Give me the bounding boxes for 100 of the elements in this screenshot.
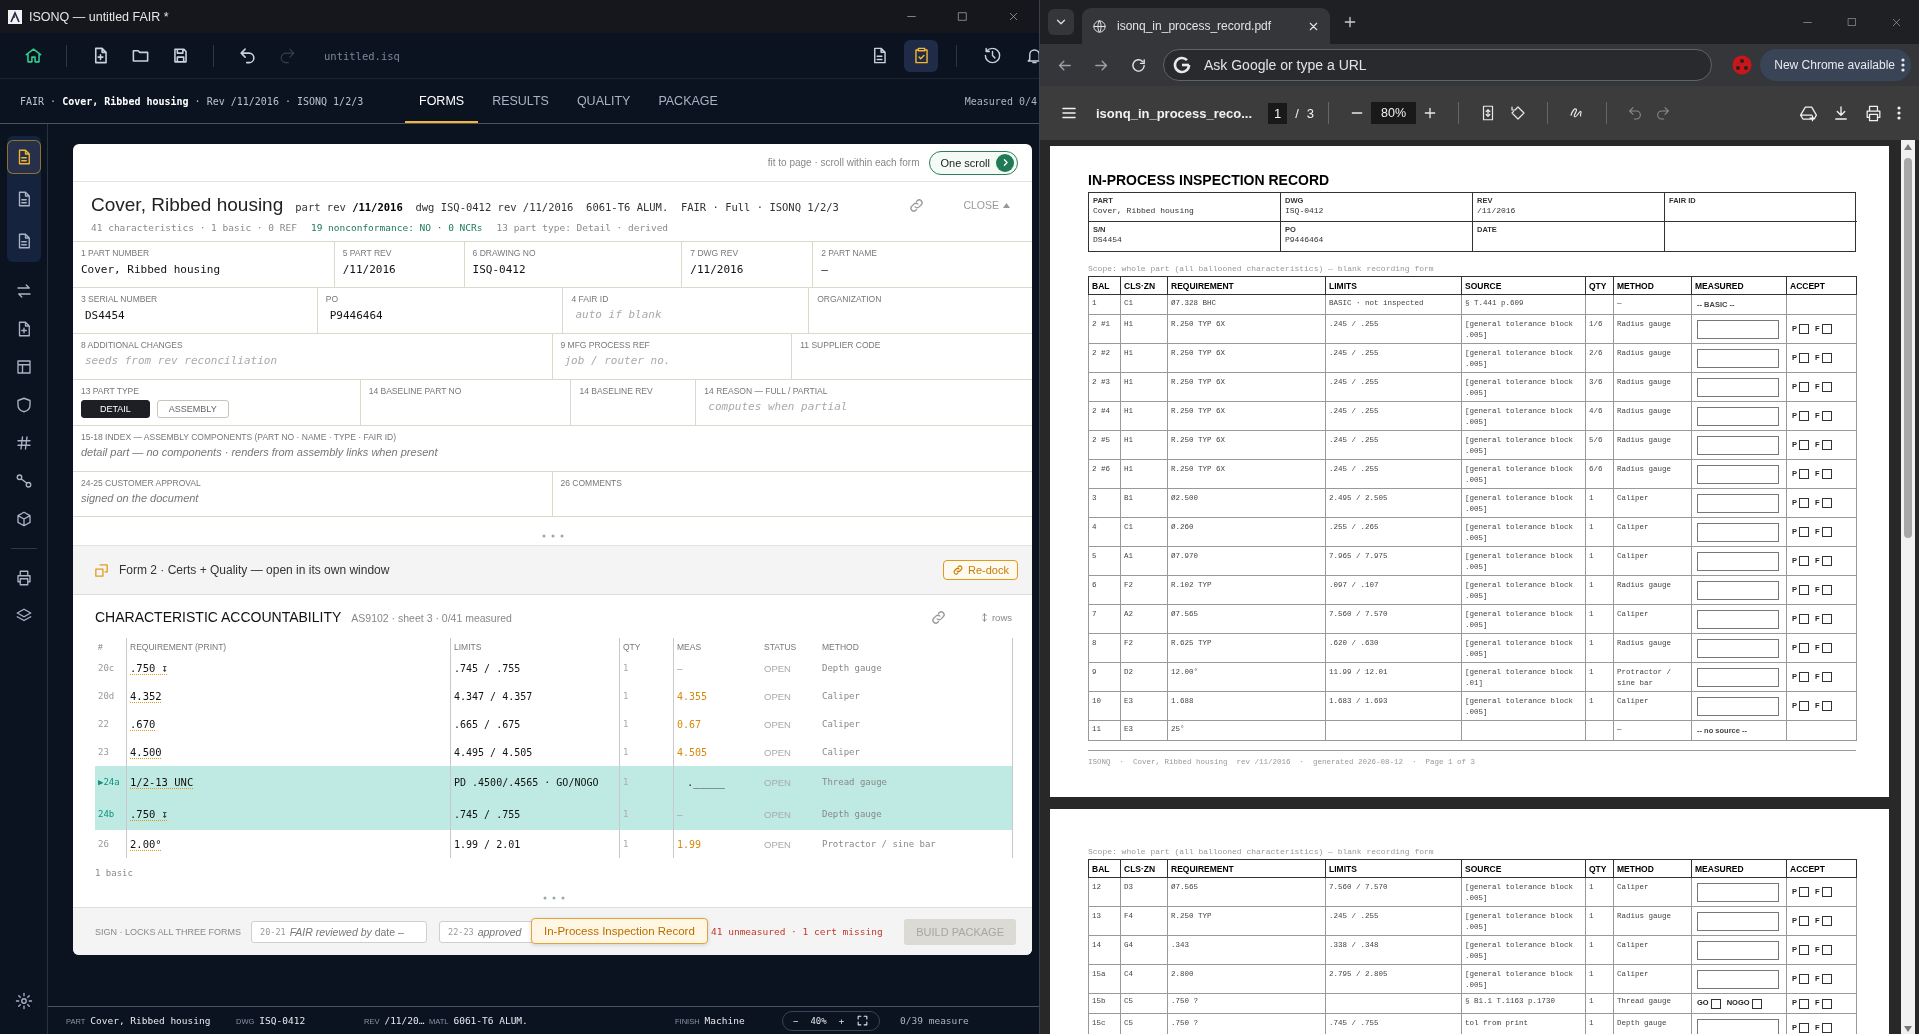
input-field[interactable]: DS4454 xyxy=(81,309,309,322)
tab[interactable]: PACKAGE xyxy=(644,79,732,123)
checkbox[interactable] xyxy=(1821,527,1832,537)
measured-box[interactable] xyxy=(1697,638,1779,658)
measured-box[interactable] xyxy=(1697,493,1779,513)
checkbox[interactable] xyxy=(1821,585,1832,595)
checkbox[interactable] xyxy=(1799,945,1809,955)
measured-box[interactable] xyxy=(1697,406,1779,426)
measured-box[interactable] xyxy=(1697,580,1779,600)
reload-icon[interactable] xyxy=(1130,56,1147,74)
checkbox[interactable] xyxy=(1821,324,1832,334)
tab-search-button[interactable] xyxy=(1048,9,1074,35)
more-icon[interactable] xyxy=(1897,106,1901,120)
measured-box[interactable] xyxy=(1697,696,1779,716)
checkbox[interactable] xyxy=(1799,916,1809,926)
segment-option[interactable]: DETAIL xyxy=(81,400,150,418)
tab[interactable]: FORMS xyxy=(405,79,479,123)
signature-field[interactable]: 20-21 FAIR reviewed by date – xyxy=(251,920,428,943)
scrollbar[interactable] xyxy=(1901,140,1915,1034)
measured-box[interactable] xyxy=(1697,911,1779,931)
browser-tab[interactable]: isonq_in_process_record.pdf xyxy=(1082,8,1330,44)
undo-icon[interactable] xyxy=(1627,105,1644,121)
checkbox[interactable] xyxy=(1799,1023,1809,1033)
checkbox[interactable] xyxy=(1799,998,1809,1009)
measured-box[interactable] xyxy=(1697,1018,1779,1034)
input-field[interactable]: P9446464 xyxy=(325,309,555,322)
zoom-field[interactable]: 80% xyxy=(1371,102,1417,124)
rows-button[interactable]: rows xyxy=(978,612,1012,623)
drag-handle-icon[interactable] xyxy=(541,534,564,538)
checkbox[interactable] xyxy=(1821,556,1832,566)
measured-box[interactable] xyxy=(1697,551,1779,571)
measured-box[interactable] xyxy=(1697,882,1779,902)
checkbox[interactable] xyxy=(1821,945,1832,955)
clipboard-check-button[interactable] xyxy=(904,39,938,72)
checkbox[interactable] xyxy=(1799,440,1809,450)
measured-box[interactable] xyxy=(1697,435,1779,455)
fullscreen-icon[interactable] xyxy=(856,1014,870,1027)
close-icon[interactable] xyxy=(1007,10,1020,23)
checkbox[interactable] xyxy=(1799,701,1809,711)
update-button[interactable]: New Chrome available xyxy=(1760,49,1911,81)
checkbox[interactable] xyxy=(1821,916,1832,926)
checkbox[interactable] xyxy=(1821,701,1832,711)
checkbox[interactable] xyxy=(1821,614,1832,624)
measured-box[interactable] xyxy=(1697,319,1779,339)
measured-box[interactable] xyxy=(1697,969,1779,989)
checkbox[interactable] xyxy=(1799,498,1809,508)
checkbox[interactable] xyxy=(1821,998,1832,1009)
checkbox[interactable] xyxy=(1821,382,1832,392)
checkbox[interactable] xyxy=(1799,643,1809,653)
checkbox[interactable] xyxy=(1821,974,1832,984)
input-field[interactable]: job / router no. xyxy=(560,354,777,367)
maximize-icon[interactable] xyxy=(956,10,969,23)
checkbox[interactable] xyxy=(1799,974,1809,984)
zoom-in-button[interactable]: + xyxy=(838,1012,845,1029)
checkbox[interactable] xyxy=(1799,353,1809,363)
measured-box[interactable] xyxy=(1697,348,1779,368)
checkbox[interactable] xyxy=(1799,324,1809,334)
checkbox[interactable] xyxy=(1821,440,1832,450)
measured-box[interactable] xyxy=(1697,377,1779,397)
checkbox[interactable] xyxy=(1799,382,1809,392)
checkbox[interactable] xyxy=(1799,887,1809,897)
address-bar[interactable]: Ask Google or type a URL xyxy=(1163,49,1713,81)
checkbox[interactable] xyxy=(1821,643,1832,653)
tab[interactable]: RESULTS xyxy=(478,79,563,123)
measured-box[interactable] xyxy=(1697,464,1779,484)
checkbox[interactable] xyxy=(1821,887,1832,897)
document-button[interactable] xyxy=(6,140,41,174)
checkbox[interactable] xyxy=(1799,585,1809,595)
tab[interactable]: QUALITY xyxy=(562,79,645,123)
checkbox[interactable] xyxy=(1821,353,1832,363)
link-icon[interactable] xyxy=(929,609,947,626)
page-number-field[interactable]: 1 xyxy=(1268,102,1288,124)
redo-icon[interactable] xyxy=(1655,105,1672,121)
checkbox[interactable] xyxy=(1821,469,1832,479)
scroll-up-icon[interactable] xyxy=(1904,144,1912,150)
download-icon[interactable] xyxy=(1832,104,1850,122)
maximize-icon[interactable] xyxy=(1846,15,1858,28)
link-icon[interactable] xyxy=(908,196,926,214)
checkbox[interactable] xyxy=(1799,672,1809,682)
checkbox[interactable] xyxy=(1710,998,1721,1009)
measured-box[interactable] xyxy=(1697,522,1779,542)
checkbox[interactable] xyxy=(1799,556,1809,566)
scroll-down-icon[interactable] xyxy=(1904,1026,1912,1032)
measured-box[interactable] xyxy=(1697,609,1779,629)
scrollbar-thumb[interactable] xyxy=(1904,158,1912,538)
checkbox[interactable] xyxy=(1821,1023,1832,1033)
checkbox[interactable] xyxy=(1821,498,1832,508)
checkbox[interactable] xyxy=(1821,672,1832,682)
measured-box[interactable] xyxy=(1697,940,1779,960)
measurement-input[interactable]: ._____ xyxy=(677,776,725,788)
segment-option[interactable]: ASSEMBLY xyxy=(156,400,229,418)
input-field[interactable]: seeds from rev reconciliation xyxy=(81,354,525,367)
measured-box[interactable] xyxy=(1697,667,1779,687)
checkbox[interactable] xyxy=(1799,411,1809,421)
print-icon[interactable] xyxy=(1864,103,1883,123)
input-field[interactable]: auto if blank xyxy=(571,308,793,321)
checkbox[interactable] xyxy=(1799,469,1809,479)
zoom-out-button[interactable]: − xyxy=(793,1012,799,1029)
drag-handle-icon[interactable] xyxy=(542,896,565,900)
checkbox[interactable] xyxy=(1799,527,1809,537)
